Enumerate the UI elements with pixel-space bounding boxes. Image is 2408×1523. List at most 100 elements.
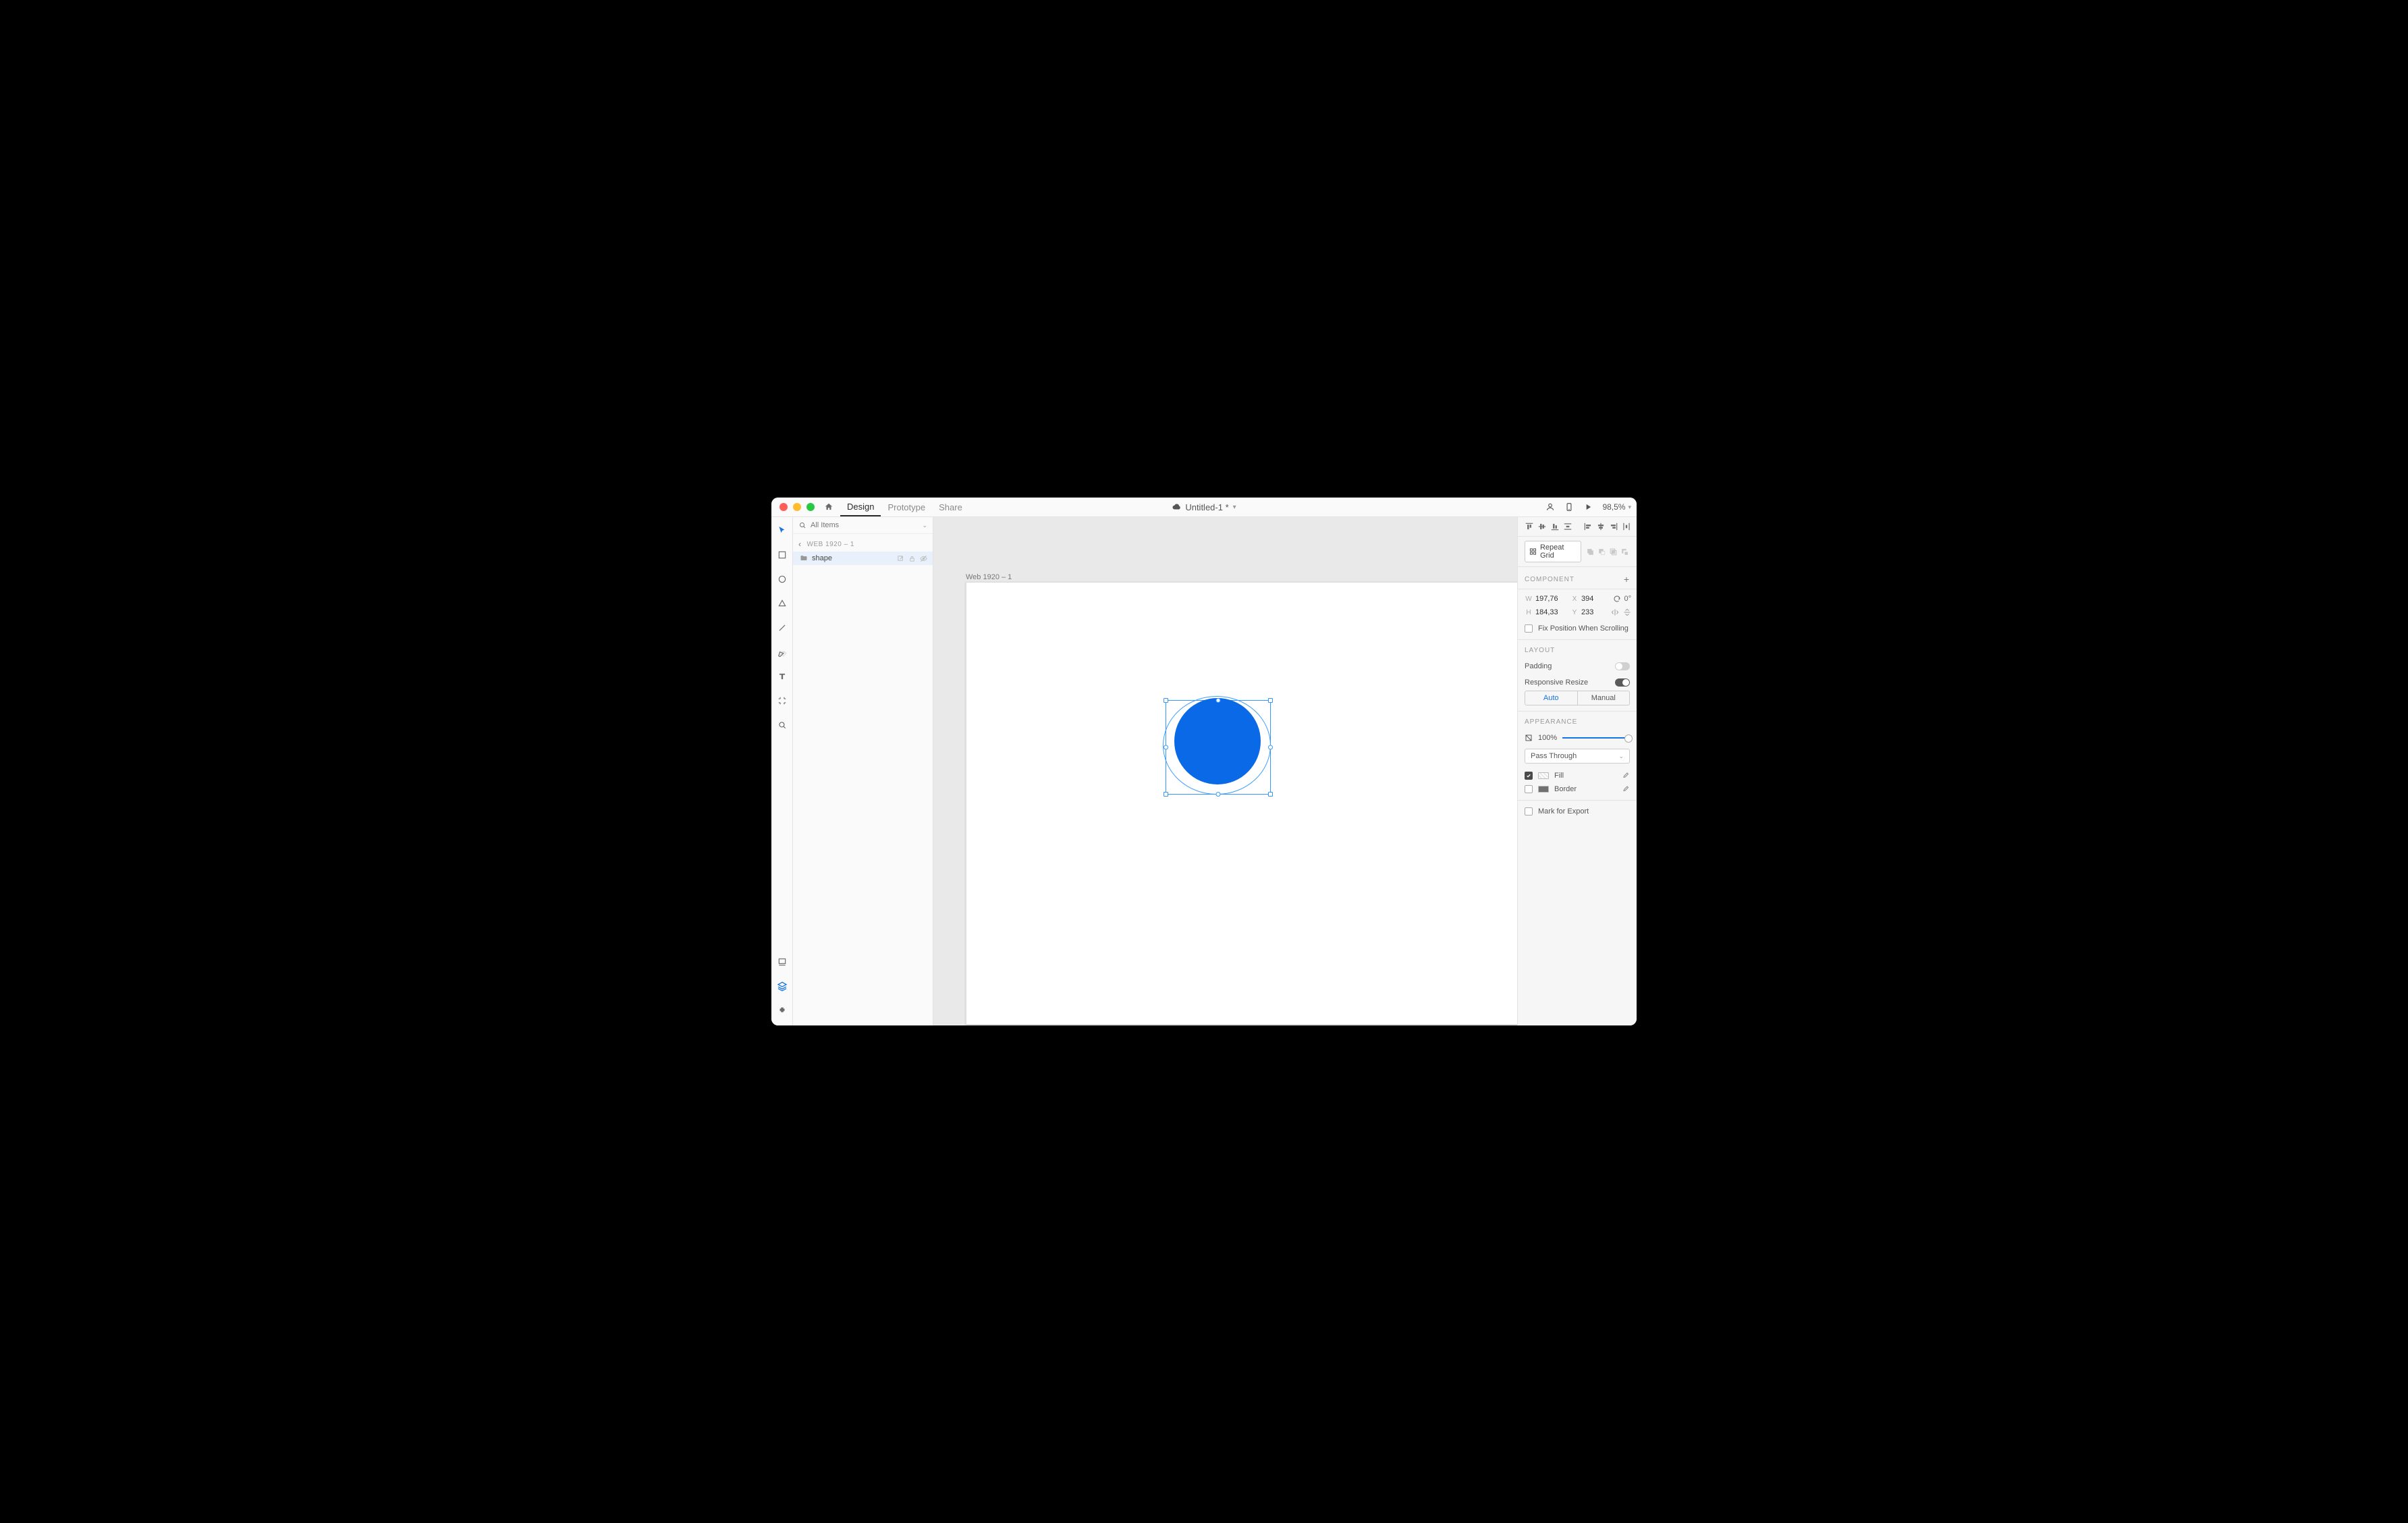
repeat-grid-button[interactable]: Repeat Grid (1525, 541, 1581, 562)
layers-search-input[interactable] (811, 521, 918, 529)
blend-mode-select[interactable]: Pass Through ⌄ (1525, 749, 1630, 764)
y-value[interactable]: 233 (1581, 608, 1608, 616)
distribute-vertical-button[interactable] (1563, 521, 1572, 532)
minimize-window-button[interactable] (793, 503, 801, 511)
layers-search[interactable]: ⌄ (793, 517, 933, 534)
fix-position-checkbox[interactable] (1525, 624, 1533, 633)
assets-panel-button[interactable] (775, 955, 789, 969)
rectangle-tool[interactable] (775, 548, 789, 562)
fill-checkbox[interactable] (1525, 772, 1533, 780)
resize-auto-button[interactable]: Auto (1525, 691, 1578, 705)
titlebar-right: 98,5% ▾ (1545, 502, 1631, 512)
mark-export-label: Mark for Export (1538, 807, 1589, 816)
align-top-button[interactable] (1525, 521, 1534, 532)
align-bottom-button[interactable] (1550, 521, 1560, 532)
flip-vertical-button[interactable] (1623, 608, 1631, 616)
border-swatch[interactable] (1538, 786, 1549, 793)
chevron-down-icon[interactable]: ⌄ (922, 522, 927, 529)
layer-name: shape (812, 554, 832, 562)
padding-toggle[interactable] (1615, 662, 1630, 670)
resize-handle-mr[interactable] (1268, 745, 1273, 750)
responsive-toggle[interactable] (1615, 678, 1630, 687)
home-button[interactable] (824, 502, 833, 512)
shape-circle[interactable] (1174, 698, 1261, 784)
blend-mode-row: Pass Through ⌄ (1525, 749, 1630, 764)
fill-swatch[interactable] (1538, 772, 1549, 779)
resize-handle-tm[interactable] (1216, 698, 1221, 703)
line-tool[interactable] (775, 621, 789, 635)
flip-horizontal-button[interactable] (1611, 608, 1619, 616)
breadcrumb-label[interactable]: WEB 1920 – 1 (807, 541, 854, 548)
border-checkbox[interactable] (1525, 785, 1533, 793)
fix-position-row[interactable]: Fix Position When Scrolling (1518, 622, 1637, 639)
lock-icon[interactable] (908, 555, 916, 562)
x-value[interactable]: 394 (1581, 595, 1608, 603)
account-icon[interactable] (1545, 502, 1555, 512)
padding-label: Padding (1525, 662, 1552, 670)
document-title[interactable]: Untitled-1 * ▾ (1172, 502, 1236, 512)
polygon-tool[interactable] (775, 597, 789, 610)
properties-panel: Repeat Grid COMPONENT + W 197,76 X (1517, 517, 1637, 1025)
artboard-label[interactable]: Web 1920 – 1 (966, 573, 1012, 581)
union-button[interactable] (1585, 547, 1595, 557)
layers-panel-button[interactable] (775, 980, 789, 993)
mark-export-checkbox[interactable] (1525, 807, 1533, 816)
chevron-down-icon: ▾ (1233, 504, 1236, 511)
select-tool[interactable] (775, 524, 789, 537)
width-value[interactable]: 197,76 (1535, 595, 1568, 603)
cloud-icon (1172, 502, 1181, 512)
play-icon[interactable] (1583, 502, 1593, 512)
tab-design[interactable]: Design (840, 498, 881, 516)
responsive-row: Responsive Resize (1518, 674, 1637, 691)
ellipse-tool[interactable] (775, 572, 789, 586)
resize-manual-button[interactable]: Manual (1578, 691, 1630, 705)
zoom-control[interactable]: 98,5% ▾ (1602, 502, 1631, 512)
resize-handle-bm[interactable] (1216, 792, 1221, 797)
pen-tool[interactable] (775, 645, 789, 659)
fill-row: Fill (1518, 769, 1637, 782)
intersect-button[interactable] (1608, 547, 1618, 557)
visibility-icon[interactable] (920, 555, 927, 562)
opacity-slider[interactable] (1562, 737, 1630, 739)
repeat-grid-label: Repeat Grid (1540, 543, 1577, 560)
text-tool[interactable] (775, 670, 789, 683)
back-button[interactable]: ‹ (798, 539, 802, 549)
eyedropper-icon[interactable] (1622, 785, 1630, 793)
export-icon[interactable] (897, 555, 904, 562)
device-preview-icon[interactable] (1564, 502, 1574, 512)
align-vcenter-button[interactable] (1537, 521, 1547, 532)
artboard-tool[interactable] (775, 694, 789, 707)
document-name: Untitled-1 * (1185, 502, 1228, 512)
zoom-tool[interactable] (775, 718, 789, 732)
add-component-button[interactable]: + (1624, 574, 1630, 585)
layer-item-shape[interactable]: shape (793, 552, 933, 565)
mark-export-row[interactable]: Mark for Export (1518, 801, 1637, 822)
opacity-row: 100% (1518, 730, 1637, 746)
rotation-control[interactable]: 0° (1611, 595, 1631, 603)
tab-share[interactable]: Share (932, 498, 969, 516)
align-hcenter-button[interactable] (1596, 521, 1606, 532)
distribute-horizontal-button[interactable] (1622, 521, 1631, 532)
selection-bounds[interactable] (1166, 700, 1271, 795)
close-window-button[interactable] (779, 503, 788, 511)
align-left-button[interactable] (1583, 521, 1593, 532)
resize-handle-br[interactable] (1268, 792, 1273, 797)
subtract-button[interactable] (1597, 547, 1607, 557)
align-right-button[interactable] (1609, 521, 1618, 532)
opacity-value[interactable]: 100% (1538, 734, 1557, 742)
tool-column (771, 517, 793, 1025)
resize-handle-bl[interactable] (1164, 792, 1168, 797)
eyedropper-icon[interactable] (1622, 772, 1630, 780)
tab-prototype[interactable]: Prototype (881, 498, 932, 516)
resize-handle-tl[interactable] (1164, 698, 1168, 703)
resize-mode-segment: Auto Manual (1525, 691, 1630, 705)
x-label: X (1570, 595, 1579, 603)
maximize-window-button[interactable] (806, 503, 815, 511)
plugins-panel-button[interactable] (775, 1004, 789, 1017)
resize-handle-ml[interactable] (1164, 745, 1168, 750)
exclude-button[interactable] (1620, 547, 1630, 557)
height-value[interactable]: 184,33 (1535, 608, 1568, 616)
artboard[interactable] (966, 582, 1517, 1025)
resize-handle-tr[interactable] (1268, 698, 1273, 703)
canvas[interactable]: Web 1920 – 1 (933, 517, 1517, 1025)
